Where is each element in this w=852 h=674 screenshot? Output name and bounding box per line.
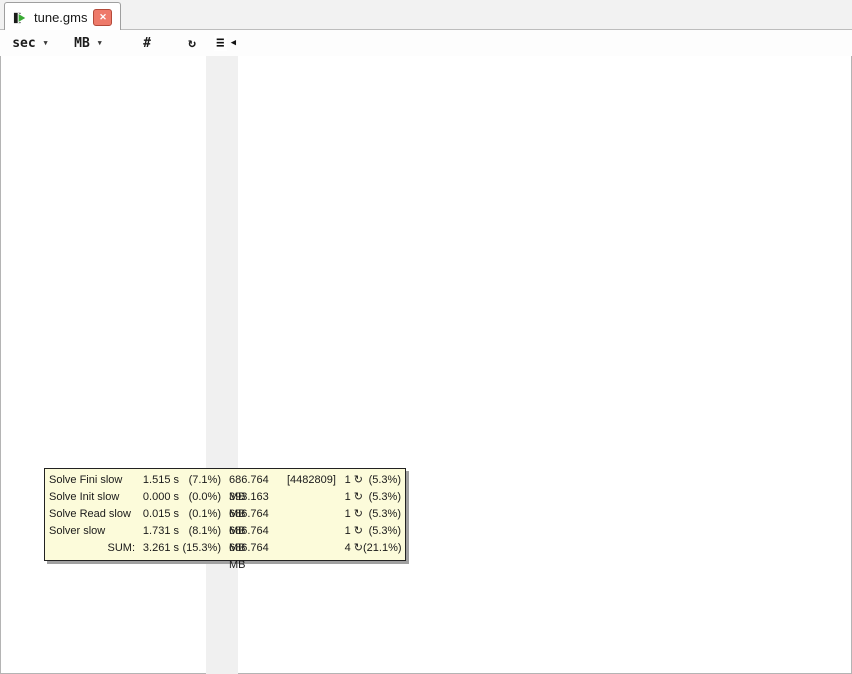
tooltip-cyc: 1 ↻ bbox=[337, 489, 363, 506]
tooltip-time: 0.015 s bbox=[135, 506, 179, 523]
tooltip-cyc: 1 ↻ bbox=[337, 472, 363, 489]
column-header-mb[interactable]: MB ▼ bbox=[62, 36, 114, 51]
tooltip-sum-row: SUM:3.261 s(15.3%)686.764 MB 4 ↻(21.1%) bbox=[49, 540, 401, 557]
gams-studio-window: tune.gms ✕ sec ▼ MB ▼ # ↻ ≡ ◀ Solve Fini… bbox=[0, 0, 852, 674]
tooltip-pct: (0.0%) bbox=[179, 489, 221, 506]
tooltip-row: Solve Fini slow1.515 s(7.1%)686.764 MB[4… bbox=[49, 472, 401, 489]
tab-bar: tune.gms ✕ bbox=[0, 0, 852, 30]
tooltip-time: 0.000 s bbox=[135, 489, 179, 506]
profile-tooltip-rows: Solve Fini slow1.515 s(7.1%)686.764 MB[4… bbox=[49, 472, 401, 557]
tooltip-mem: 686.764 MB bbox=[221, 523, 287, 540]
profiler-header-tools: ≡ ◀ bbox=[202, 35, 238, 51]
tooltip-br bbox=[287, 506, 337, 523]
tooltip-row: Solve Read slow0.015 s(0.1%)686.764 MB 1 … bbox=[49, 506, 401, 523]
sort-arrow-icon[interactable]: ▼ bbox=[98, 39, 102, 47]
tooltip-time: 3.261 s bbox=[135, 540, 179, 557]
tooltip-mem: 686.764 MB bbox=[221, 506, 287, 523]
tooltip-label: Solver slow bbox=[49, 523, 135, 540]
tooltip-br bbox=[287, 489, 337, 506]
tooltip-cyc: 1 ↻ bbox=[337, 523, 363, 540]
tooltip-label: Solve Init slow bbox=[49, 489, 135, 506]
tooltip-cpct: (5.3%) bbox=[363, 472, 401, 489]
line-number-gutter-background bbox=[206, 56, 238, 674]
tooltip-cpct: (5.3%) bbox=[363, 489, 401, 506]
tooltip-time: 1.515 s bbox=[135, 472, 179, 489]
tooltip-cpct: (21.1%) bbox=[363, 540, 401, 557]
profiler-header: sec ▼ MB ▼ # ↻ ≡ ◀ bbox=[0, 30, 852, 56]
tooltip-cyc: 4 ↻ bbox=[337, 540, 363, 557]
sort-arrow-icon[interactable]: ▼ bbox=[44, 39, 48, 47]
column-header-sec[interactable]: sec ▼ bbox=[4, 36, 56, 51]
tab-title: tune.gms bbox=[34, 10, 87, 25]
tooltip-pct: (7.1%) bbox=[179, 472, 221, 489]
tooltip-br: [4482809] bbox=[287, 472, 337, 489]
tooltip-mem: 686.764 MB bbox=[221, 540, 287, 557]
tooltip-label: Solve Read slow bbox=[49, 506, 135, 523]
tooltip-pct: (8.1%) bbox=[179, 523, 221, 540]
profile-tooltip: Solve Fini slow1.515 s(7.1%)686.764 MB[4… bbox=[44, 468, 406, 561]
tooltip-br bbox=[287, 540, 337, 557]
tooltip-cpct: (5.3%) bbox=[363, 506, 401, 523]
column-header-count[interactable]: # bbox=[116, 36, 178, 51]
tab-close-icon[interactable]: ✕ bbox=[93, 9, 112, 26]
tooltip-row: Solve Init slow0.000 s(0.0%)393.163 MB 1 … bbox=[49, 489, 401, 506]
tooltip-row: Solver slow1.731 s(8.1%)686.764 MB 1 ↻(5.… bbox=[49, 523, 401, 540]
tooltip-mem: 686.764 MB bbox=[221, 472, 287, 489]
tooltip-mem: 393.163 MB bbox=[221, 489, 287, 506]
tooltip-pct: (15.3%) bbox=[179, 540, 221, 557]
tooltip-br bbox=[287, 523, 337, 540]
tooltip-cyc: 1 ↻ bbox=[337, 506, 363, 523]
tooltip-pct: (0.1%) bbox=[179, 506, 221, 523]
menu-icon[interactable]: ≡ bbox=[214, 35, 226, 51]
tooltip-label: SUM: bbox=[49, 540, 135, 557]
tooltip-label: Solve Fini slow bbox=[49, 472, 135, 489]
gms-file-icon bbox=[13, 10, 28, 25]
tooltip-cpct: (5.3%) bbox=[363, 523, 401, 540]
collapse-panel-icon[interactable]: ◀ bbox=[231, 38, 236, 48]
refresh-icon[interactable]: ↻ bbox=[182, 36, 202, 51]
tab-tune-gms[interactable]: tune.gms ✕ bbox=[4, 2, 121, 31]
tooltip-time: 1.731 s bbox=[135, 523, 179, 540]
